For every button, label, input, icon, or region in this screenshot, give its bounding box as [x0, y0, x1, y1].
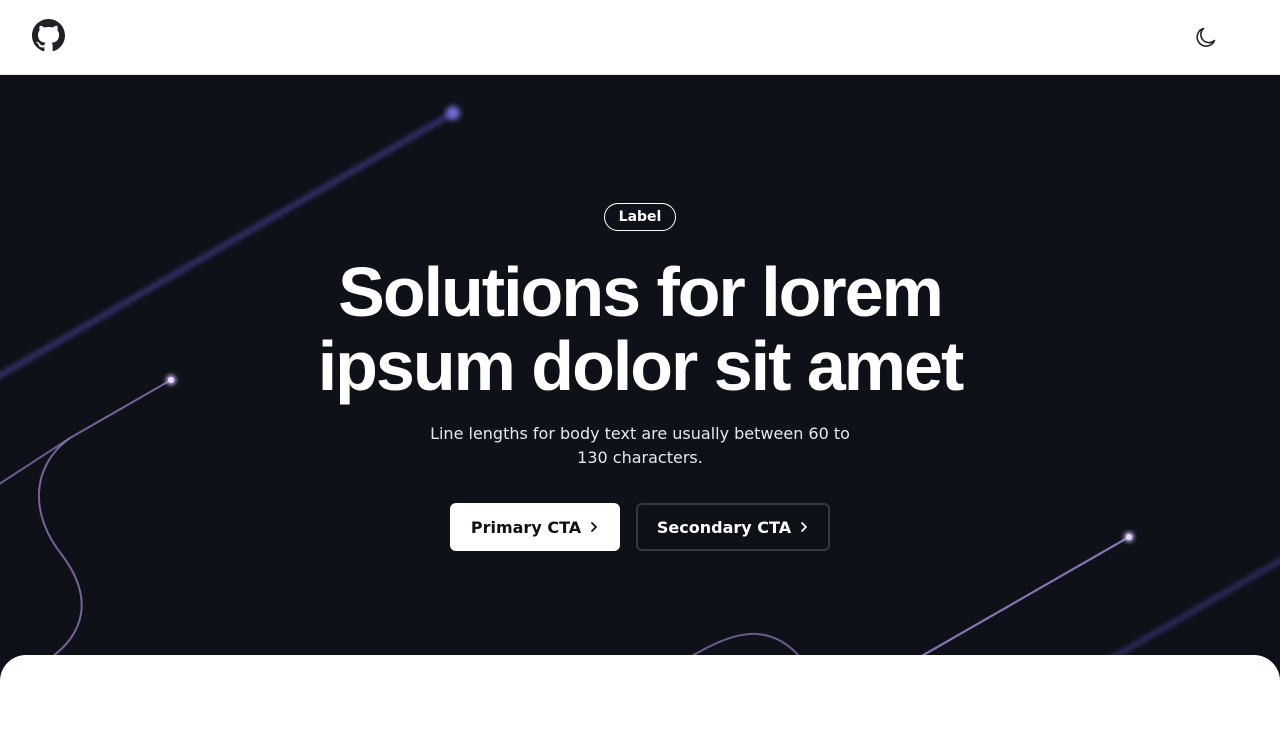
- secondary-cta-button[interactable]: Secondary CTA: [636, 503, 830, 551]
- hero-section: Label Solutions for lorem ipsum dolor si…: [0, 75, 1280, 720]
- hero-title: Solutions for lorem ipsum dolor sit amet: [317, 253, 965, 405]
- github-link[interactable]: [32, 19, 65, 52]
- label-badge: Label: [604, 203, 676, 231]
- hero-subtitle: Line lengths for body text are usually b…: [430, 424, 850, 467]
- content-section-top: [0, 655, 1280, 735]
- chevron-right-icon: [801, 522, 807, 532]
- secondary-cta-label: Secondary CTA: [656, 517, 792, 537]
- primary-cta-button[interactable]: Primary CTA: [450, 503, 620, 551]
- moon-icon: [1196, 27, 1216, 47]
- top-navigation-bar: [0, 0, 1280, 75]
- chevron-right-icon: [591, 522, 598, 532]
- theme-toggle-button[interactable]: [1192, 23, 1220, 51]
- primary-cta-label: Primary CTA: [470, 517, 582, 537]
- github-icon: [32, 19, 65, 52]
